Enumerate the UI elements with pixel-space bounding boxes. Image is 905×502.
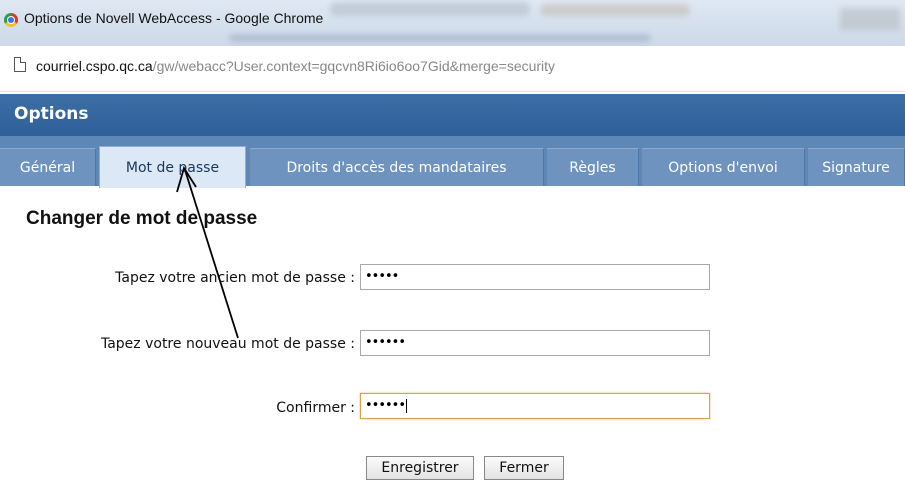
- tab-regles[interactable]: Règles: [547, 148, 639, 186]
- old-password-value: •••••: [365, 269, 399, 284]
- new-password-value: ••••••: [365, 335, 406, 350]
- tab-droits-acces-mandataires[interactable]: Droits d'accès des mandataires: [250, 148, 544, 186]
- confirm-password-field[interactable]: ••••••: [360, 393, 710, 419]
- tab-general[interactable]: Général: [0, 148, 96, 186]
- blurred-background-element: [540, 4, 690, 16]
- blurred-background-element: [840, 8, 900, 30]
- blurred-background-element: [330, 2, 530, 16]
- new-password-label: Tapez votre nouveau mot de passe :: [100, 336, 355, 352]
- window-titlebar: Options de Novell WebAccess - Google Chr…: [0, 0, 905, 46]
- close-button[interactable]: Fermer: [484, 456, 564, 480]
- confirm-password-label: Confirmer :: [276, 400, 355, 416]
- page-icon: [14, 57, 26, 72]
- tab-signature[interactable]: Signature: [808, 148, 905, 186]
- tab-mot-de-passe[interactable]: Mot de passe: [99, 146, 246, 188]
- text-caret: [406, 398, 408, 413]
- options-header: Options: [0, 94, 905, 136]
- url-path: /gw/webacc?User.context=gqcvn8Ri6io6oo7G…: [152, 58, 556, 74]
- new-password-field[interactable]: ••••••: [360, 330, 710, 356]
- old-password-label: Tapez votre ancien mot de passe :: [115, 270, 355, 286]
- tab-bar: Général Mot de passe Droits d'accès des …: [0, 136, 905, 188]
- window-title: Options de Novell WebAccess - Google Chr…: [24, 10, 324, 26]
- arrow-shaft: [184, 169, 239, 339]
- old-password-field[interactable]: •••••: [360, 264, 710, 290]
- section-title: Changer de mot de passe: [26, 208, 258, 229]
- chrome-icon: [4, 13, 18, 27]
- confirm-password-value: ••••••: [365, 398, 406, 413]
- page-title: Options: [14, 104, 89, 124]
- address-bar[interactable]: courriel.cspo.qc.ca/gw/webacc?User.conte…: [0, 46, 905, 92]
- url-host: courriel.cspo.qc.ca: [36, 58, 153, 74]
- url-text[interactable]: courriel.cspo.qc.ca/gw/webacc?User.conte…: [36, 58, 555, 74]
- save-button[interactable]: Enregistrer: [366, 456, 474, 480]
- blurred-background-element: [230, 34, 650, 42]
- tab-options-envoi[interactable]: Options d'envoi: [642, 148, 805, 186]
